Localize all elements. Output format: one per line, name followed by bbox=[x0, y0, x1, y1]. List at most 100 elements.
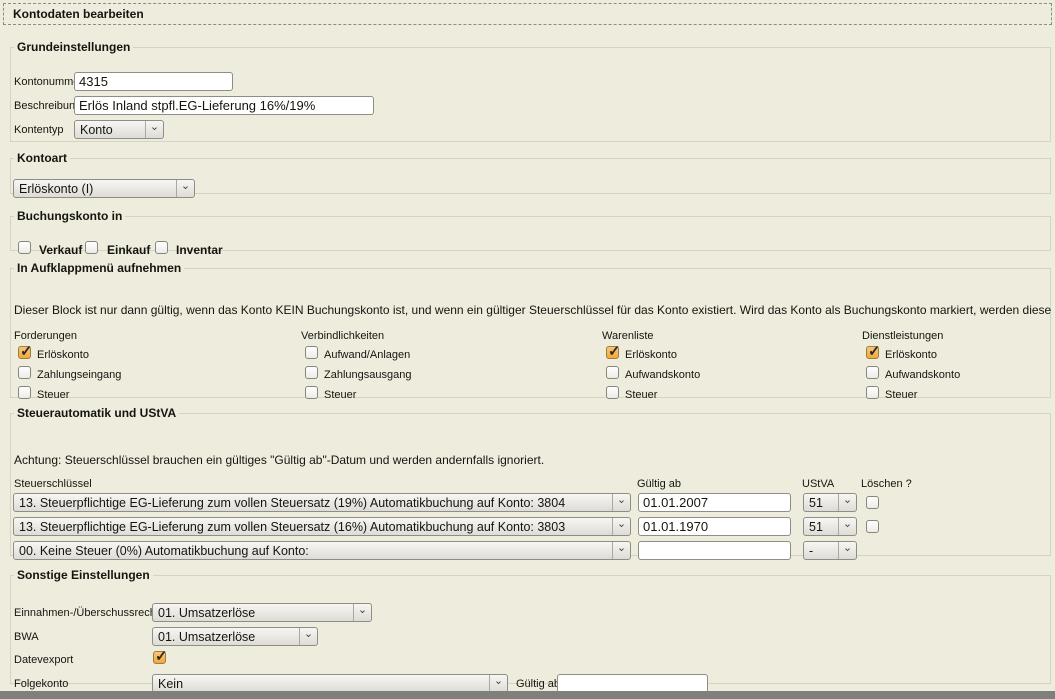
beschreibung-input[interactable] bbox=[74, 96, 374, 115]
warenliste-steuer-label: Steuer bbox=[625, 389, 657, 401]
ustva-select-row3[interactable]: - bbox=[803, 541, 857, 560]
gueltig-ab-input-row2[interactable] bbox=[638, 517, 791, 536]
inventar-checkbox[interactable] bbox=[155, 241, 168, 254]
forderungen-erloeskonto-label: Erlöskonto bbox=[37, 349, 89, 361]
steuerautomatik-section: Steuerautomatik und UStVA Achtung: Steue… bbox=[10, 406, 1051, 556]
chevron-down-icon bbox=[838, 494, 856, 511]
forderungen-zahlungseingang-label: Zahlungseingang bbox=[37, 369, 121, 381]
steuerautomatik-hint: Achtung: Steuerschlüssel brauchen ein gü… bbox=[14, 453, 544, 467]
dienstleistungen-erloeskonto-checkbox[interactable] bbox=[866, 346, 879, 359]
inventar-label: Inventar bbox=[176, 243, 223, 257]
forderungen-erloeskonto-checkbox[interactable] bbox=[18, 346, 31, 359]
aufklappmenu-section: In Aufklappmenü aufnehmen Dieser Block i… bbox=[10, 261, 1051, 398]
kontonummer-label: Kontonummer bbox=[14, 76, 83, 88]
dienstleistungen-erloeskonto-label: Erlöskonto bbox=[885, 349, 937, 361]
page-title: Kontodaten bearbeiten bbox=[3, 3, 1052, 25]
forderungen-zahlungseingang-checkbox[interactable] bbox=[18, 366, 31, 379]
warenliste-header: Warenliste bbox=[602, 330, 654, 342]
steuerschluessel-header: Steuerschlüssel bbox=[14, 478, 92, 490]
ustva-select-row3-value: - bbox=[804, 544, 838, 558]
loeschen-header: Löschen ? bbox=[861, 478, 912, 490]
dienstleistungen-aufwandskonto-checkbox[interactable] bbox=[866, 366, 879, 379]
einkauf-label: Einkauf bbox=[107, 243, 150, 257]
verbindlichkeiten-aufwand-checkbox[interactable] bbox=[305, 346, 318, 359]
chevron-down-icon bbox=[612, 494, 630, 511]
eur-select[interactable]: 01. Umsatzerlöse bbox=[152, 603, 372, 622]
warenliste-steuer-checkbox[interactable] bbox=[606, 386, 619, 399]
ustva-select-row1[interactable]: 51 bbox=[803, 493, 857, 512]
kontoart-select-value: Erlöskonto (I) bbox=[14, 182, 176, 196]
forderungen-steuer-checkbox[interactable] bbox=[18, 386, 31, 399]
forderungen-header: Forderungen bbox=[14, 330, 77, 342]
verbindlichkeiten-aufwand-label: Aufwand/Anlagen bbox=[324, 349, 410, 361]
ustva-select-row2-value: 51 bbox=[804, 520, 838, 534]
forderungen-steuer-label: Steuer bbox=[37, 389, 69, 401]
kontoart-section: Kontoart Erlöskonto (I) bbox=[10, 151, 1051, 194]
buchungskonto-legend: Buchungskonto in bbox=[14, 209, 125, 223]
folgekonto-select-value: Kein bbox=[153, 677, 489, 691]
steuerschluessel-select-row1[interactable]: 13. Steuerpflichtige EG-Lieferung zum vo… bbox=[13, 493, 631, 512]
chevron-down-icon bbox=[612, 518, 630, 535]
warenliste-erloeskonto-label: Erlöskonto bbox=[625, 349, 677, 361]
folgekonto-label: Folgekonto bbox=[14, 678, 68, 690]
kontonummer-input[interactable] bbox=[74, 72, 233, 91]
gueltig-ab-input-row3[interactable] bbox=[638, 541, 791, 560]
einkauf-checkbox[interactable] bbox=[85, 241, 98, 254]
chevron-down-icon bbox=[838, 542, 856, 559]
verbindlichkeiten-steuer-checkbox[interactable] bbox=[305, 386, 318, 399]
steuerschluessel-select-row3-value: 00. Keine Steuer (0%) Automatikbuchung a… bbox=[14, 544, 612, 558]
dienstleistungen-header: Dienstleistungen bbox=[862, 330, 943, 342]
datevexport-checkbox[interactable] bbox=[153, 651, 166, 664]
verbindlichkeiten-zahlungsausgang-checkbox[interactable] bbox=[305, 366, 318, 379]
bottom-bar bbox=[0, 691, 1055, 699]
chevron-down-icon bbox=[176, 180, 194, 197]
grundeinstellungen-legend: Grundeinstellungen bbox=[14, 40, 133, 54]
folgekonto-gueltig-ab-label: Gültig ab bbox=[516, 678, 560, 690]
gueltig-ab-input-row1[interactable] bbox=[638, 493, 791, 512]
datevexport-label: Datevexport bbox=[14, 654, 73, 666]
chevron-down-icon bbox=[489, 675, 507, 692]
bwa-select[interactable]: 01. Umsatzerlöse bbox=[152, 627, 318, 646]
steuerschluessel-select-row3[interactable]: 00. Keine Steuer (0%) Automatikbuchung a… bbox=[13, 541, 631, 560]
ustva-header: UStVA bbox=[802, 478, 834, 490]
warenliste-aufwandskonto-checkbox[interactable] bbox=[606, 366, 619, 379]
verbindlichkeiten-zahlungsausgang-label: Zahlungsausgang bbox=[324, 369, 411, 381]
warenliste-aufwandskonto-label: Aufwandskonto bbox=[625, 369, 700, 381]
gueltig-ab-header: Gültig ab bbox=[637, 478, 681, 490]
sonstige-section: Sonstige Einstellungen Einnahmen-/Übersc… bbox=[10, 568, 1051, 684]
aufklappmenu-legend: In Aufklappmenü aufnehmen bbox=[14, 261, 184, 275]
bwa-label: BWA bbox=[14, 631, 39, 643]
chevron-down-icon bbox=[145, 121, 163, 138]
kontentyp-label: Kontentyp bbox=[14, 124, 64, 136]
steuerautomatik-legend: Steuerautomatik und UStVA bbox=[14, 406, 179, 420]
kontodaten-form: Kontodaten bearbeiten Grundeinstellungen… bbox=[0, 0, 1055, 699]
verkauf-checkbox[interactable] bbox=[18, 241, 31, 254]
kontentyp-select-value: Konto bbox=[75, 123, 145, 137]
loeschen-checkbox-row2[interactable] bbox=[866, 520, 879, 533]
chevron-down-icon bbox=[838, 518, 856, 535]
chevron-down-icon bbox=[353, 604, 371, 621]
grundeinstellungen-section: Grundeinstellungen Kontonummer Beschreib… bbox=[10, 40, 1051, 142]
kontoart-legend: Kontoart bbox=[14, 151, 70, 165]
warenliste-erloeskonto-checkbox[interactable] bbox=[606, 346, 619, 359]
dienstleistungen-aufwandskonto-label: Aufwandskonto bbox=[885, 369, 960, 381]
dienstleistungen-steuer-checkbox[interactable] bbox=[866, 386, 879, 399]
dienstleistungen-steuer-label: Steuer bbox=[885, 389, 917, 401]
buchungskonto-section: Buchungskonto in Verkauf Einkauf Inventa… bbox=[10, 209, 1051, 251]
steuerschluessel-select-row1-value: 13. Steuerpflichtige EG-Lieferung zum vo… bbox=[14, 496, 612, 510]
chevron-down-icon bbox=[612, 542, 630, 559]
sonstige-legend: Sonstige Einstellungen bbox=[14, 568, 153, 582]
aufklappmenu-hint: Dieser Block ist nur dann gültig, wenn d… bbox=[14, 303, 1055, 317]
kontentyp-select[interactable]: Konto bbox=[74, 120, 164, 139]
verkauf-label: Verkauf bbox=[39, 243, 82, 257]
steuerschluessel-select-row2[interactable]: 13. Steuerpflichtige EG-Lieferung zum vo… bbox=[13, 517, 631, 536]
bwa-select-value: 01. Umsatzerlöse bbox=[153, 630, 299, 644]
ustva-select-row1-value: 51 bbox=[804, 496, 838, 510]
eur-select-value: 01. Umsatzerlöse bbox=[153, 606, 353, 620]
verbindlichkeiten-steuer-label: Steuer bbox=[324, 389, 356, 401]
kontoart-select[interactable]: Erlöskonto (I) bbox=[13, 179, 195, 198]
beschreibung-label: Beschreibung bbox=[14, 100, 81, 112]
ustva-select-row2[interactable]: 51 bbox=[803, 517, 857, 536]
loeschen-checkbox-row1[interactable] bbox=[866, 496, 879, 509]
verbindlichkeiten-header: Verbindlichkeiten bbox=[301, 330, 384, 342]
